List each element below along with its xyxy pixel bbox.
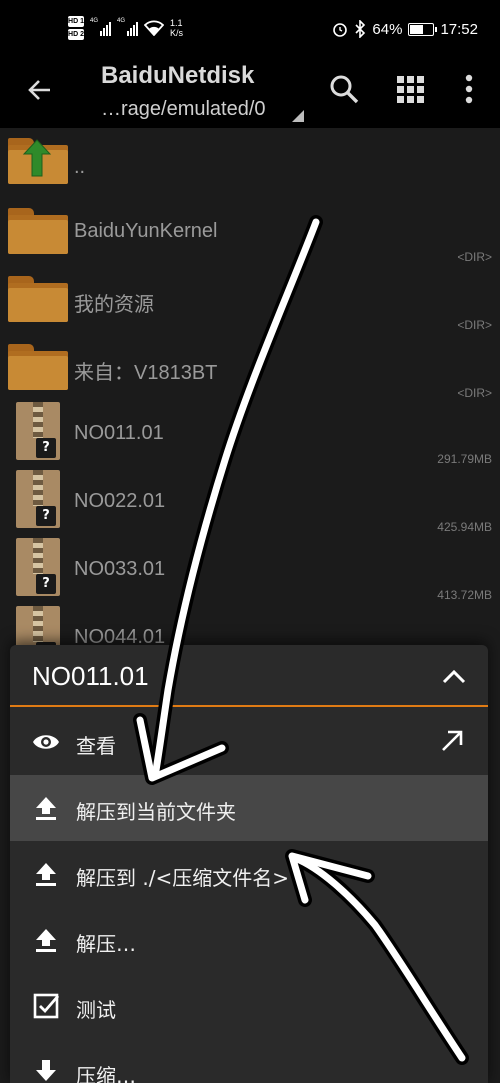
menu-item-compress[interactable]: 压缩… (10, 1039, 488, 1083)
file-meta: 291.79MB (437, 452, 492, 466)
wifi-icon (144, 20, 164, 36)
battery-icon (408, 22, 438, 36)
grid-view-icon[interactable] (393, 72, 427, 106)
open-external-icon[interactable] (438, 727, 466, 755)
file-name: .. (74, 156, 86, 178)
sheet-title: NO011.01 (32, 661, 149, 691)
folder-icon (8, 276, 68, 322)
signal-icon-2: 4G (117, 18, 138, 36)
app-title: BaiduNetdisk (101, 62, 255, 89)
list-item[interactable]: 我的资源 <DIR> (0, 270, 500, 338)
back-arrow-icon[interactable] (26, 76, 54, 104)
menu-item-label: 查看 (76, 734, 116, 758)
menu-item-label: 压缩… (76, 1064, 136, 1083)
chevron-up-icon[interactable] (440, 663, 468, 691)
extract-icon (36, 863, 56, 886)
current-path[interactable]: …rage/emulated/0 (101, 98, 266, 121)
eye-icon (33, 735, 59, 749)
file-name: BaiduYunKernel (74, 220, 218, 242)
menu-item-label: 解压到 ./<压缩文件名> (76, 866, 289, 890)
checkbox-icon (33, 993, 60, 1019)
file-name: 来自：V1813BT (74, 362, 218, 384)
archive-icon: ? (16, 402, 60, 460)
list-item[interactable]: .. (0, 134, 500, 202)
list-item[interactable]: ? NO011.01 291.79MB (0, 400, 500, 468)
file-name: NO022.01 (74, 490, 166, 512)
battery-percent: 64% (372, 20, 403, 38)
archive-icon: ? (16, 470, 60, 528)
file-meta: <DIR> (457, 318, 492, 332)
folder-icon (8, 344, 68, 390)
extract-icon (36, 797, 56, 820)
file-meta: 425.94MB (437, 520, 492, 534)
search-icon[interactable] (327, 72, 361, 106)
compress-icon (36, 1060, 56, 1081)
menu-item-label: 测试 (76, 998, 116, 1022)
file-meta: <DIR> (457, 386, 492, 400)
menu-item-label: 解压… (76, 932, 136, 956)
menu-item-label: 解压到当前文件夹 (76, 800, 236, 824)
file-meta: 413.72MB (437, 588, 492, 602)
file-name: NO033.01 (74, 558, 166, 580)
signal-icon-1: 4G (90, 18, 111, 36)
path-dropdown-icon[interactable] (292, 110, 304, 122)
file-meta: <DIR> (457, 250, 492, 264)
overflow-menu-icon[interactable] (452, 72, 486, 106)
archive-icon: ? (16, 538, 60, 596)
status-bar: HD 1 HD 2 4G 4G 1.1 K/s 64% 17:52 (0, 0, 500, 60)
parent-folder-icon (8, 138, 68, 184)
hd-badge-1: HD 1 (68, 16, 84, 27)
list-item[interactable]: BaiduYunKernel <DIR> (0, 202, 500, 270)
sheet-header: NO011.01 (10, 645, 488, 707)
menu-item-test[interactable]: 测试 (10, 973, 488, 1039)
hd-badge-2: HD 2 (68, 29, 84, 40)
menu-item-extract-to-folder[interactable]: 解压到 ./<压缩文件名> (10, 841, 488, 907)
folder-icon (8, 208, 68, 254)
menu-item-view[interactable]: 查看 (10, 709, 488, 775)
menu-item-extract-here[interactable]: 解压到当前文件夹 (10, 775, 488, 841)
extract-icon (36, 929, 56, 952)
context-menu-sheet: NO011.01 查看 解压到当前文件夹 解压到 ./<压缩文件名> 解压… 测… (10, 645, 488, 1083)
alarm-icon (333, 23, 348, 37)
bluetooth-icon (355, 20, 366, 38)
file-name: 我的资源 (74, 294, 154, 316)
hd-badges: HD 1 HD 2 (68, 16, 84, 40)
network-speed: 1.1 K/s (170, 18, 184, 38)
status-left: HD 1 HD 2 4G 4G 1.1 K/s (68, 16, 183, 40)
status-right: 64% 17:52 (332, 20, 478, 38)
menu-item-extract[interactable]: 解压… (10, 907, 488, 973)
list-item[interactable]: ? NO022.01 425.94MB (0, 468, 500, 536)
file-name: NO011.01 (74, 422, 164, 444)
app-bar: BaiduNetdisk …rage/emulated/0 (0, 60, 500, 128)
list-item[interactable]: ? NO033.01 413.72MB (0, 536, 500, 604)
clock: 17:52 (440, 20, 478, 38)
list-item[interactable]: 来自：V1813BT <DIR> (0, 338, 500, 406)
